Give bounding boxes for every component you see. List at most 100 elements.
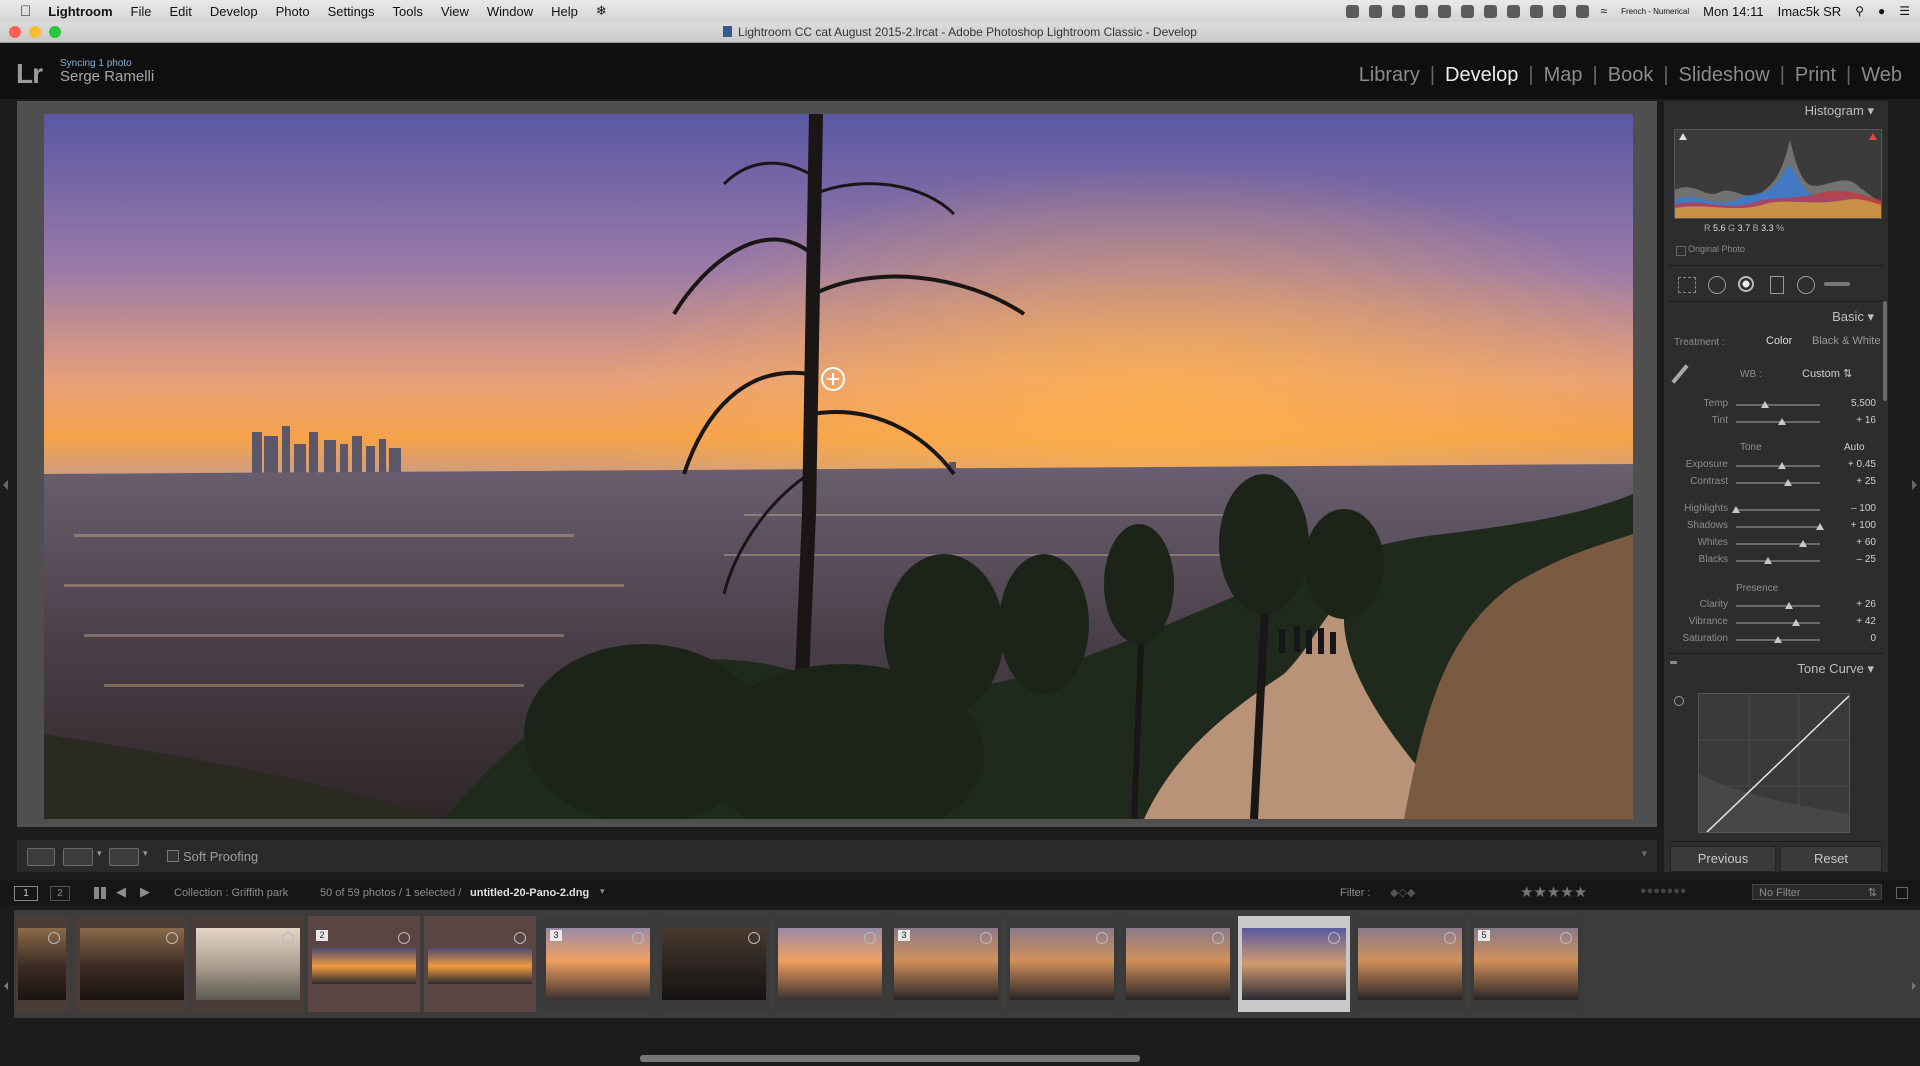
- slider-value[interactable]: + 42: [1844, 616, 1876, 627]
- tray-icon[interactable]: [1345, 4, 1359, 18]
- slider-value[interactable]: 0: [1844, 633, 1876, 644]
- slider-track[interactable]: [1736, 543, 1820, 545]
- keyboard-layout[interactable]: French - Numerical: [1621, 7, 1689, 16]
- module-book[interactable]: Book: [1598, 64, 1664, 87]
- slider-value[interactable]: + 100: [1844, 520, 1876, 531]
- thumbnail-badge-icon[interactable]: [1560, 932, 1572, 944]
- module-print[interactable]: Print: [1785, 64, 1846, 87]
- filmstrip-thumbnail[interactable]: [1238, 916, 1350, 1012]
- slider-value[interactable]: + 25: [1844, 476, 1876, 487]
- thumbnail-badge-icon[interactable]: [632, 932, 644, 944]
- tray-icon[interactable]: [1414, 4, 1428, 18]
- filter-lock-icon[interactable]: [1896, 887, 1908, 899]
- slider-handle[interactable]: [1784, 602, 1793, 609]
- tone-curve-graph[interactable]: [1698, 693, 1850, 833]
- filmstrip-thumbnail[interactable]: [1354, 916, 1466, 1012]
- module-slideshow[interactable]: Slideshow: [1669, 64, 1780, 87]
- red-eye-icon[interactable]: [1738, 276, 1754, 292]
- filmstrip-thumbnail[interactable]: [14, 916, 70, 1012]
- graduated-filter-icon[interactable]: [1770, 276, 1784, 294]
- slider-value[interactable]: + 60: [1844, 537, 1876, 548]
- grid-view-icon[interactable]: [94, 887, 106, 899]
- thumbnail-badge-icon[interactable]: [864, 932, 876, 944]
- module-web[interactable]: Web: [1851, 64, 1912, 87]
- zoom-window-button[interactable]: [49, 26, 61, 38]
- toolbar-menu-icon[interactable]: ▾: [1641, 847, 1647, 860]
- thumbnail-badge-icon[interactable]: [980, 932, 992, 944]
- current-filename[interactable]: untitled-20-Pano-2.dng: [470, 887, 589, 899]
- filmstrip-thumbnail[interactable]: [658, 916, 770, 1012]
- white-balance-picker-icon[interactable]: [1671, 364, 1689, 384]
- photo-preview[interactable]: [44, 114, 1633, 819]
- menu-file[interactable]: File: [131, 4, 152, 19]
- filmstrip-scrollbar[interactable]: [640, 1055, 1140, 1062]
- crop-tool-icon[interactable]: [1678, 277, 1696, 293]
- menu-help[interactable]: Help: [551, 4, 578, 19]
- chevron-down-icon[interactable]: ▾: [600, 886, 605, 897]
- highlight-clipping-icon[interactable]: [1869, 133, 1877, 140]
- slider-track[interactable]: [1736, 526, 1820, 528]
- module-map[interactable]: Map: [1534, 64, 1593, 87]
- filmstrip-thumbnail[interactable]: 3: [542, 916, 654, 1012]
- dropbox-icon[interactable]: [1391, 4, 1405, 18]
- flag-filter-icon[interactable]: ◆◇◆: [1390, 886, 1415, 899]
- filmstrip-thumbnail[interactable]: 2: [308, 916, 420, 1012]
- histogram[interactable]: [1674, 129, 1882, 219]
- filmstrip-thumbnail[interactable]: 3: [890, 916, 1002, 1012]
- tray-icon[interactable]: [1437, 4, 1451, 18]
- auto-tone-button[interactable]: Auto: [1844, 442, 1865, 453]
- slider-handle[interactable]: [1791, 619, 1800, 626]
- slider-handle[interactable]: [1774, 636, 1782, 643]
- slider-value[interactable]: – 100: [1844, 503, 1876, 514]
- tray-icon[interactable]: [1460, 4, 1474, 18]
- bluetooth-icon[interactable]: [1575, 4, 1589, 18]
- module-library[interactable]: Library: [1349, 64, 1430, 87]
- clock[interactable]: Mon 14:11: [1703, 4, 1763, 19]
- radial-filter-icon[interactable]: [1797, 276, 1815, 294]
- slider-handle[interactable]: [1763, 557, 1772, 564]
- notification-icon[interactable]: ●: [1878, 4, 1885, 18]
- slider-track[interactable]: [1736, 404, 1820, 406]
- app-menu[interactable]: Lightroom: [48, 4, 112, 19]
- swap-before-after-button[interactable]: [109, 848, 139, 866]
- filmstrip-thumbnail[interactable]: [424, 916, 536, 1012]
- spot-removal-icon[interactable]: [1708, 276, 1726, 294]
- right-panel-toggle-icon[interactable]: [1912, 480, 1917, 490]
- basic-panel-header[interactable]: Basic ▾: [1832, 309, 1874, 325]
- tray-icon[interactable]: [1368, 4, 1382, 18]
- menu-tools[interactable]: Tools: [393, 4, 423, 19]
- slider-value[interactable]: – 25: [1844, 554, 1876, 565]
- tray-icon[interactable]: [1483, 4, 1497, 18]
- treatment-color-button[interactable]: Color: [1766, 335, 1792, 347]
- thumbnail-badge-icon[interactable]: [1096, 932, 1108, 944]
- page-1-button[interactable]: 1: [14, 886, 38, 901]
- filmstrip-thumbnail[interactable]: [192, 916, 304, 1012]
- menu-list-icon[interactable]: ☰: [1899, 4, 1910, 18]
- before-after-button[interactable]: [63, 848, 93, 866]
- slider-value[interactable]: + 26: [1844, 599, 1876, 610]
- previous-button[interactable]: Previous: [1670, 846, 1776, 872]
- thumbnail-badge-icon[interactable]: [1328, 932, 1340, 944]
- slider-handle[interactable]: [1778, 462, 1787, 469]
- panel-toggle-icon[interactable]: [1670, 661, 1677, 664]
- thumbnail-badge-icon[interactable]: [48, 932, 60, 944]
- tone-curve-panel-header[interactable]: Tone Curve ▾: [1797, 661, 1874, 677]
- panel-scrollbar[interactable]: [1883, 301, 1887, 401]
- filter-select[interactable]: No Filter ⇅: [1752, 884, 1882, 900]
- user-menu[interactable]: Imac5k SR: [1778, 4, 1842, 19]
- left-panel-toggle-icon[interactable]: [3, 480, 8, 490]
- adjustment-brush-icon[interactable]: [1824, 282, 1850, 286]
- filmstrip-right-icon[interactable]: [1912, 982, 1916, 990]
- menu-develop[interactable]: Develop: [210, 4, 258, 19]
- minimize-window-button[interactable]: [29, 26, 41, 38]
- treatment-bw-button[interactable]: Black & White: [1812, 335, 1880, 347]
- soft-proofing-checkbox[interactable]: [167, 850, 179, 862]
- reset-button[interactable]: Reset: [1780, 846, 1882, 872]
- page-2-button[interactable]: 2: [50, 886, 70, 901]
- slider-track[interactable]: [1736, 622, 1820, 624]
- back-arrow-icon[interactable]: ◀: [116, 884, 126, 900]
- thumbnail-badge-icon[interactable]: [166, 932, 178, 944]
- apple-icon[interactable]: : [20, 3, 31, 20]
- wb-select[interactable]: Custom ⇅: [1802, 367, 1852, 380]
- close-window-button[interactable]: [9, 26, 21, 38]
